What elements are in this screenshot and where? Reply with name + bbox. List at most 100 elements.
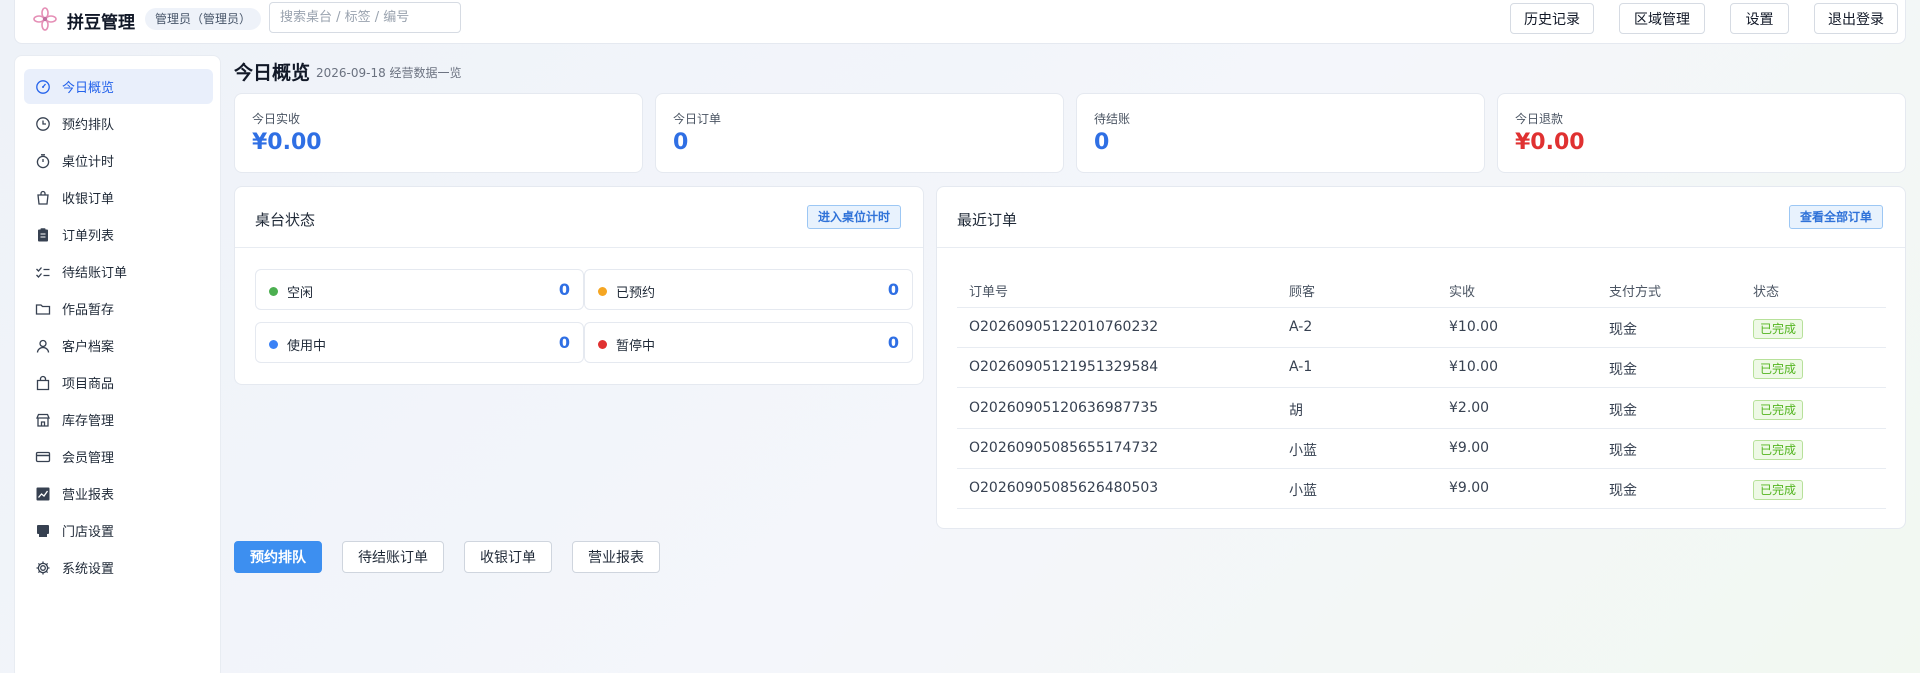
status-count: 0 [558,333,570,352]
app-title: 拼豆管理 [67,13,135,33]
row-divider [957,508,1886,509]
sidebar-item-inventory[interactable]: 库存管理 [24,402,213,437]
sidebar-item-system-settings[interactable]: 系统设置 [24,550,213,585]
order-id: O20260905122010760232 [969,319,1159,335]
status-item-paused[interactable]: 暂停中 0 [584,322,913,363]
sidebar-item-label: 会员管理 [62,451,115,466]
sidebar-item-label: 预约排队 [62,118,115,133]
sidebar: 今日概览 预约排队 桌位计时 收银订单 订单列表 待结账订单 作品暂存 客户档案… [14,55,221,673]
area-management-button[interactable]: 区域管理 [1619,3,1705,34]
status-item-in-use[interactable]: 使用中 0 [255,322,584,363]
order-amount: ¥9.00 [1449,480,1490,496]
clock-icon [35,116,51,132]
status-badge: 已完成 [1753,319,1804,339]
sidebar-item-customers[interactable]: 客户档案 [24,328,213,363]
sidebar-item-members[interactable]: 会员管理 [24,439,213,474]
order-payment: 现金 [1609,362,1637,378]
sidebar-item-products[interactable]: 项目商品 [24,365,213,400]
stat-card-revenue: 今日实收 ¥0.00 [234,93,643,173]
sidebar-item-label: 作品暂存 [62,303,115,318]
sidebar-item-label: 营业报表 [62,488,115,503]
status-dot [598,287,607,296]
status-label: 空闲 [287,286,314,301]
status-item-idle[interactable]: 空闲 0 [255,269,584,310]
history-button[interactable]: 历史记录 [1510,3,1594,34]
recent-orders-panel: 最近订单 查看全部订单 [936,186,1906,529]
order-amount: ¥10.00 [1449,319,1498,335]
status-count: 0 [887,333,899,352]
sidebar-item-checkout[interactable]: 收银订单 [24,180,213,215]
status-count: 0 [558,280,570,299]
order-customer: 小蓝 [1289,483,1317,499]
status-item-reserved[interactable]: 已预约 0 [584,269,913,310]
sidebar-item-store-settings[interactable]: 门店设置 [24,513,213,548]
status-badge: 已完成 [1753,359,1804,379]
status-label: 已预约 [616,286,656,301]
quick-pending-orders-button[interactable]: 待结账订单 [342,541,444,573]
stat-value: ¥0.00 [1515,130,1585,155]
view-all-orders-button[interactable]: 查看全部订单 [1789,205,1884,229]
chart-icon [35,486,51,502]
panel-title: 桌台状态 [255,211,316,229]
status-dot [598,340,607,349]
status-dot [269,340,278,349]
column-header: 实收 [1449,285,1476,300]
sidebar-item-label: 订单列表 [62,229,115,244]
sidebar-item-reports[interactable]: 营业报表 [24,476,213,511]
stat-label: 今日订单 [673,112,722,126]
bag-icon [35,375,51,391]
column-header: 订单号 [969,285,1009,300]
stat-value: 0 [1094,130,1110,155]
quick-reservation-button[interactable]: 预约排队 [234,541,322,573]
order-amount: ¥9.00 [1449,440,1490,456]
row-divider [957,468,1886,469]
logout-button[interactable]: 退出登录 [1814,3,1898,34]
status-badge: 已完成 [1753,480,1804,500]
dashboard-icon [35,79,51,95]
column-header: 顾客 [1289,285,1316,300]
cart-icon [35,190,51,206]
order-customer: A-1 [1289,359,1313,375]
stat-label: 今日实收 [252,112,301,126]
sidebar-item-label: 待结账订单 [62,266,128,281]
stat-value: ¥0.00 [252,130,322,155]
clipboard-icon [35,227,51,243]
stat-card-pending: 待结账 0 [1076,93,1485,173]
sidebar-item-reservation[interactable]: 预约排队 [24,106,213,141]
stat-card-refund: 今日退款 ¥0.00 [1497,93,1906,173]
divider [937,247,1905,248]
column-header: 支付方式 [1609,285,1662,300]
enter-table-timer-button[interactable]: 进入桌位计时 [807,205,902,229]
quick-checkout-button[interactable]: 收银订单 [464,541,552,573]
order-id: O20260905085655174732 [969,440,1159,456]
sidebar-item-order-list[interactable]: 订单列表 [24,217,213,252]
divider [235,247,923,248]
search-input[interactable] [269,2,461,33]
status-label: 使用中 [287,339,327,354]
order-payment: 现金 [1609,443,1637,459]
sidebar-item-overview[interactable]: 今日概览 [24,69,213,104]
sidebar-item-label: 系统设置 [62,562,115,577]
gear-icon [35,560,51,576]
order-id: O20260905120636987735 [969,400,1159,416]
sidebar-item-pending-orders[interactable]: 待结账订单 [24,254,213,289]
role-badge: 管理员（管理员） [145,8,262,30]
status-badge: 已完成 [1753,400,1804,420]
panel-title: 最近订单 [957,211,1018,229]
order-customer: 胡 [1289,403,1303,419]
row-divider [957,387,1886,388]
settings-button[interactable]: 设置 [1730,3,1789,34]
checklist-icon [35,264,51,280]
sidebar-item-artwork-storage[interactable]: 作品暂存 [24,291,213,326]
stat-value: 0 [673,130,689,155]
store-icon [35,412,51,428]
order-amount: ¥2.00 [1449,400,1490,416]
page-subtitle: 2026-09-18 经营数据一览 [316,66,462,80]
quick-reports-button[interactable]: 营业报表 [572,541,660,573]
sidebar-item-label: 项目商品 [62,377,115,392]
sidebar-item-table-timer[interactable]: 桌位计时 [24,143,213,178]
row-divider [957,307,1886,308]
folder-icon [35,301,51,317]
card-icon [35,449,51,465]
sidebar-item-label: 门店设置 [62,525,115,540]
